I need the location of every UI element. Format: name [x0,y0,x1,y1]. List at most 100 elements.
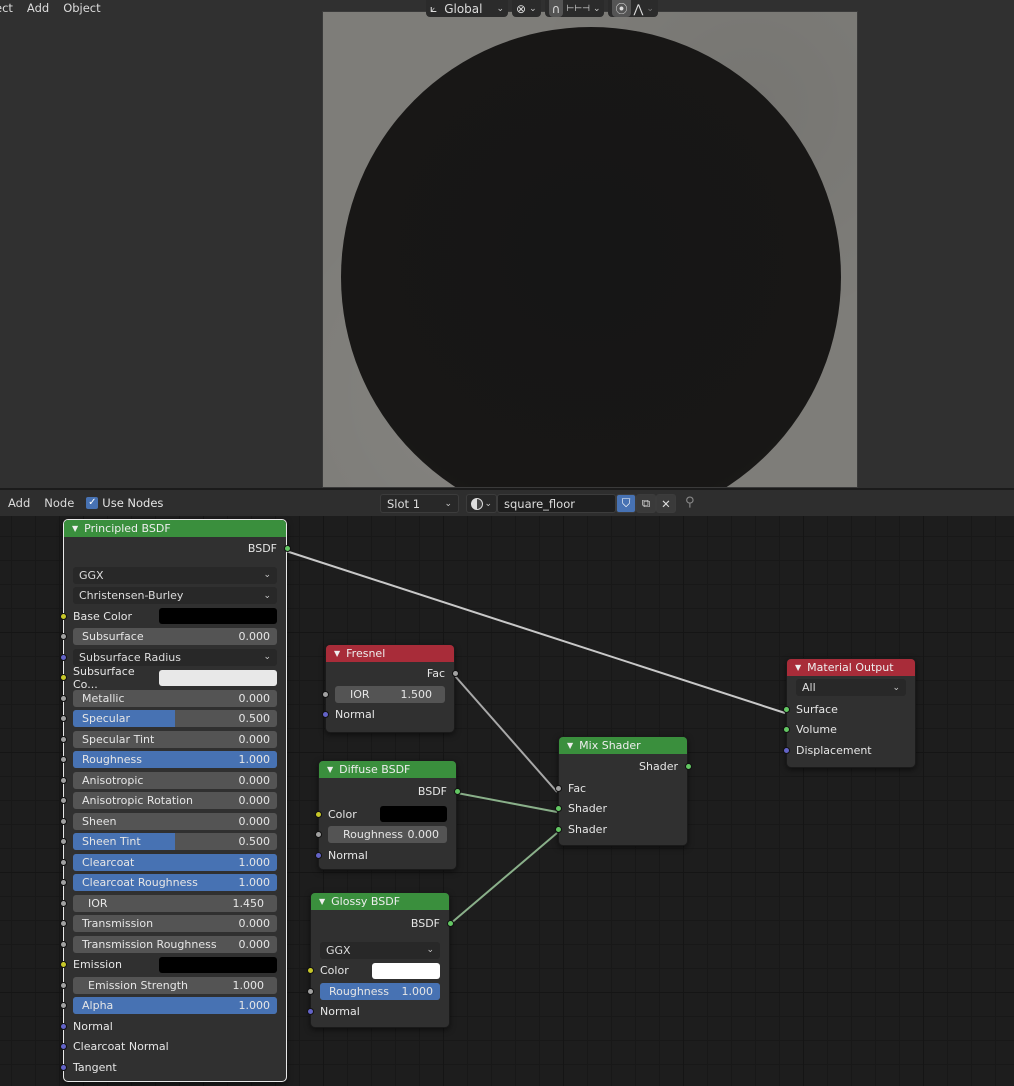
roughness-field[interactable]: Roughness 0.000 [328,826,447,844]
ior-field[interactable]: IOR 1.500 [335,685,445,703]
value-slider[interactable]: Clearcoat Roughness 1.000 [73,874,277,892]
input-socket[interactable] [306,987,314,995]
input-socket[interactable] [321,690,329,698]
input-socket[interactable] [782,726,790,734]
value-slider[interactable]: Roughness 1.000 [73,751,277,769]
3d-viewport[interactable]: ect Add Object ⟀ Global ⌄ ⊗ ⌄ ∩ ⊢⊢⊣ ⌄ ⦿ … [0,0,1014,488]
input-socket[interactable] [59,1063,67,1071]
color-swatch[interactable] [372,962,440,979]
node-header[interactable]: ▼ Material Output [787,659,915,676]
menu-node[interactable]: Node [44,496,74,510]
input-socket[interactable] [59,981,67,989]
value-slider[interactable]: Anisotropic 0.000 [73,771,277,789]
menu-select[interactable]: ect [0,1,20,15]
value-slider[interactable]: Transmission Roughness 0.000 [73,935,277,953]
node-header[interactable]: ▼ Diffuse BSDF [319,761,456,778]
input-socket[interactable] [59,776,67,784]
input-socket[interactable] [59,1002,67,1010]
menu-object[interactable]: Object [56,1,107,15]
input-socket[interactable] [59,838,67,846]
node-header[interactable]: ▼ Glossy BSDF [311,893,449,910]
pin-icon[interactable]: ⚲ [685,495,695,510]
collapse-triangle-icon[interactable]: ▼ [72,524,78,533]
value-slider[interactable]: Emission Strength 1.000 [73,976,277,994]
chevron-down-icon[interactable]: ⌄ [593,4,601,14]
input-socket[interactable] [59,735,67,743]
input-socket[interactable] [59,879,67,887]
value-slider[interactable]: Anisotropic Rotation 0.000 [73,792,277,810]
color-swatch[interactable] [380,806,447,823]
value-slider[interactable]: Specular 0.500 [73,710,277,728]
value-slider[interactable]: Specular Tint 0.000 [73,730,277,748]
input-socket[interactable] [306,967,314,975]
material-browse-button[interactable]: ⌄ [466,494,497,513]
menu-add[interactable]: Add [8,496,30,510]
subsurface-color-swatch[interactable] [159,669,277,686]
roughness-field[interactable]: Roughness 1.000 [320,982,440,1000]
value-slider[interactable]: Sheen Tint 0.500 [73,833,277,851]
output-socket[interactable] [451,669,459,677]
material-name-field[interactable]: square_floor [497,494,616,513]
slot-dropdown[interactable]: Slot 1 ⌄ [380,494,459,513]
input-socket[interactable] [59,633,67,641]
input-socket[interactable] [59,920,67,928]
node-header[interactable]: ▼ Fresnel [326,645,454,662]
distribution-dropdown[interactable]: GGX ⌄ [320,941,440,959]
input-socket[interactable] [59,797,67,805]
input-socket[interactable] [59,858,67,866]
collapse-triangle-icon[interactable]: ▼ [795,663,801,672]
output-socket[interactable] [446,919,454,927]
collapse-triangle-icon[interactable]: ▼ [334,649,340,658]
input-socket[interactable] [59,961,67,969]
snap-magnet-icon[interactable]: ∩ [548,0,564,17]
use-nodes-checkbox[interactable]: ✓ Use Nodes [86,496,163,510]
distribution-dropdown[interactable]: GGX ⌄ [73,566,277,584]
input-socket[interactable] [321,711,329,719]
input-socket[interactable] [59,899,67,907]
node-header[interactable]: ▼ Principled BSDF [64,520,286,537]
value-slider[interactable]: Transmission 0.000 [73,915,277,933]
output-socket[interactable] [684,762,692,770]
input-socket[interactable] [59,715,67,723]
transform-orientation-dropdown[interactable]: ⟀ Global ⌄ [426,0,508,17]
output-socket[interactable] [283,544,291,552]
input-socket[interactable] [59,1043,67,1051]
value-slider[interactable]: Clearcoat 1.000 [73,853,277,871]
chevron-down-icon[interactable]: ⌄ [646,4,654,14]
collapse-triangle-icon[interactable]: ▼ [567,741,573,750]
principled-bsdf-node[interactable]: ▼ Principled BSDF BSDF GGX ⌄ Christensen-B… [59,519,291,1082]
diffuse-bsdf-node[interactable]: ▼ Diffuse BSDF BSDF Color Roughness 0.000 … [314,760,461,870]
proportional-edit-icon[interactable]: ⦿ [612,0,631,17]
input-socket[interactable] [314,810,322,818]
value-slider[interactable]: IOR 1.450 [73,894,277,912]
falloff-curve-icon[interactable]: ⋀ [634,2,644,16]
fake-user-button[interactable]: ⛉ [616,494,636,513]
unlink-material-button[interactable]: ✕ [656,494,676,513]
base-color-swatch[interactable] [159,608,277,625]
fresnel-node[interactable]: ▼ Fresnel Fac IOR 1.500 Normal [321,644,459,733]
value-slider[interactable]: Sheen 0.000 [73,812,277,830]
input-socket[interactable] [59,653,67,661]
input-socket[interactable] [782,746,790,754]
subsurface-method-dropdown[interactable]: Christensen-Burley ⌄ [73,587,277,605]
target-dropdown[interactable]: All ⌄ [796,679,906,696]
subsurface-field[interactable]: Subsurface 0.000 [73,628,277,646]
input-socket[interactable] [314,831,322,839]
collapse-triangle-icon[interactable]: ▼ [319,897,325,906]
duplicate-material-button[interactable]: ⧉ [636,494,656,513]
value-slider[interactable]: Alpha 1.000 [73,997,277,1015]
glossy-bsdf-node[interactable]: ▼ Glossy BSDF BSDF GGX ⌄ Color Roughness 1.… [306,892,454,1028]
input-socket[interactable] [59,940,67,948]
subsurface-radius-dropdown[interactable]: Subsurface Radius ⌄ [73,648,277,666]
output-socket[interactable] [453,787,461,795]
input-socket[interactable] [59,1022,67,1030]
input-socket[interactable] [554,784,562,792]
emission-color-swatch[interactable] [159,956,277,973]
input-socket[interactable] [554,825,562,833]
mix-shader-node[interactable]: ▼ Mix Shader Shader Fac Shader Shader [554,736,692,846]
input-socket[interactable] [59,612,67,620]
snap-increment-icon[interactable]: ⊢⊢⊣ [566,4,590,14]
pivot-point-dropdown[interactable]: ⊗ ⌄ [512,0,541,17]
input-socket[interactable] [306,1008,314,1016]
input-socket[interactable] [314,851,322,859]
